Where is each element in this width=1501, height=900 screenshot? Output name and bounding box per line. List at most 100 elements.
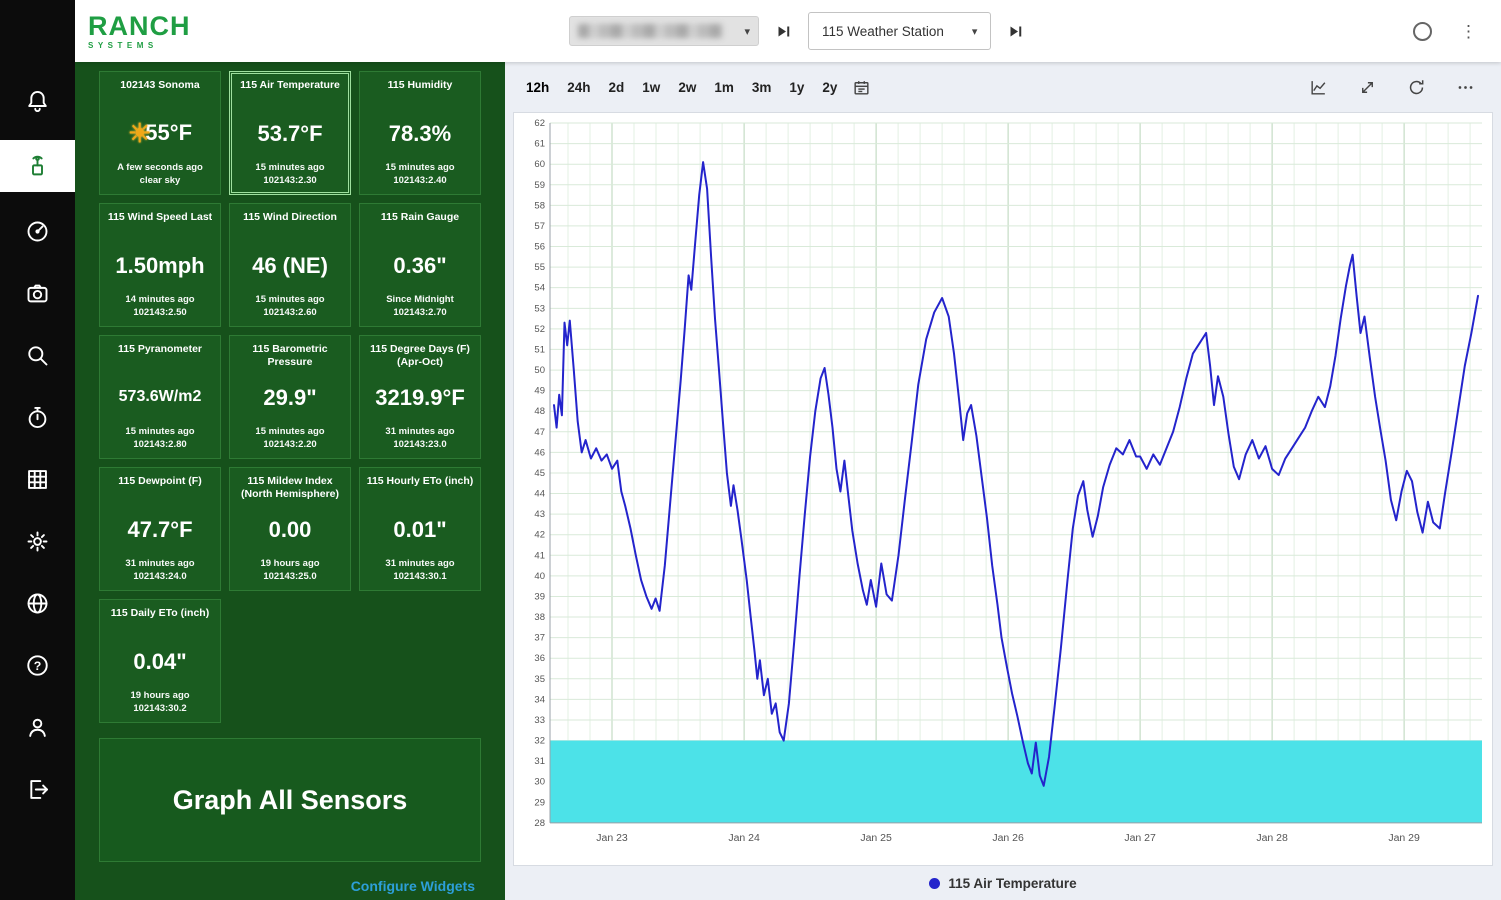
range-button-1y[interactable]: 1y	[780, 76, 813, 99]
fullscreen-expand-icon[interactable]	[1358, 78, 1377, 97]
graph-all-sensors-button[interactable]: Graph All Sensors	[99, 738, 481, 862]
range-button-24h[interactable]: 24h	[558, 76, 599, 99]
tile-timestamp: Since Midnight	[386, 294, 454, 306]
svg-text:29: 29	[534, 797, 545, 808]
sensor-tile[interactable]: 115 Dewpoint (F) 47.7°F 31 minutes ago 1021…	[99, 467, 221, 591]
tile-sensor-id: clear sky	[139, 175, 181, 187]
range-button-2d[interactable]: 2d	[600, 76, 634, 99]
configure-widgets-link[interactable]: Configure Widgets	[75, 878, 475, 894]
tile-sensor-id: 102143:30.2	[133, 703, 187, 715]
chart-toolbar-actions	[1309, 78, 1475, 97]
tile-value: 29.9"	[263, 384, 317, 410]
right-column: RANCH SYSTEMS ▾ 115 Weather Station ▾ ⋮	[75, 0, 1501, 900]
chart-type-icon[interactable]	[1309, 78, 1328, 97]
tile-timestamp: 14 minutes ago	[125, 294, 195, 306]
tile-timestamp: 19 hours ago	[130, 690, 190, 702]
svg-text:56: 56	[534, 242, 545, 253]
sidebar-item-dashboard[interactable]	[0, 208, 75, 254]
dashboard-icon	[24, 218, 51, 245]
topbar: RANCH SYSTEMS ▾ 115 Weather Station ▾ ⋮	[75, 0, 1501, 62]
temperature-chart[interactable]: 28 29 30 31 32 33 34 35 36 37 38 39 40 41 42 43 44 45 46 47…	[513, 112, 1493, 866]
tile-sensor-id: 102143:23.0	[393, 439, 447, 451]
sidebar-item-help[interactable]: ?	[0, 642, 75, 688]
svg-text:Jan 27: Jan 27	[1124, 832, 1156, 844]
calendar-icon[interactable]	[852, 78, 871, 97]
tile-value: 53.7°F	[257, 120, 323, 146]
range-button-3m[interactable]: 3m	[743, 76, 781, 99]
tile-title: 115 Barometric Pressure	[252, 343, 328, 368]
tile-title: 115 Daily ETo (inch)	[110, 607, 210, 619]
app-root: ? RANCH SYSTEMS ▾ 115 Weather Station ▾	[0, 0, 1501, 900]
station-selector-dropdown[interactable]: 115 Weather Station ▾	[808, 12, 992, 50]
svg-text:32: 32	[534, 736, 545, 747]
sidebar-item-cameras[interactable]	[0, 270, 75, 316]
tile-value: ☀55°F	[127, 117, 193, 148]
tile-timestamp: 15 minutes ago	[125, 426, 195, 438]
sidebar-item-web[interactable]	[0, 580, 75, 626]
tile-value: 0.04"	[133, 648, 187, 674]
tile-title: 115 Rain Gauge	[380, 211, 460, 223]
svg-text:52: 52	[534, 324, 545, 335]
tile-sensor-id: 102143:24.0	[133, 571, 187, 583]
sensor-tile[interactable]: 115 Wind Speed Last 1.50mph 14 minutes ago…	[99, 203, 221, 327]
tile-value: 46 (NE)	[252, 252, 328, 278]
more-options-icon[interactable]	[1456, 78, 1475, 97]
tile-value: 47.7°F	[127, 516, 193, 542]
sidebar-item-sensors[interactable]	[0, 140, 75, 192]
sidebar-item-schedules[interactable]	[0, 394, 75, 440]
svg-text:38: 38	[534, 612, 545, 623]
chart-legend: 115 Air Temperature	[505, 866, 1501, 900]
sidebar-item-logout[interactable]	[0, 766, 75, 812]
sensor-tile[interactable]: 115 Air Temperature 53.7°F 15 minutes ago 1…	[229, 71, 351, 195]
skip-forward-icon[interactable]	[1008, 24, 1023, 39]
tile-sensor-id: 102143:2.80	[133, 439, 187, 451]
search-icon	[24, 342, 51, 369]
widgets-panel: 102143 Sonoma ☀55°F A few seconds ago clear…	[75, 62, 505, 900]
org-selector-dropdown[interactable]: ▾	[569, 16, 759, 46]
sensor-tiles-grid: 102143 Sonoma ☀55°F A few seconds ago clear…	[75, 71, 505, 723]
range-button-2y[interactable]: 2y	[813, 76, 846, 99]
sensor-tile[interactable]: 115 Wind Direction 46 (NE) 15 minutes ago 1…	[229, 203, 351, 327]
globe-icon	[24, 590, 51, 617]
tile-title: 115 Wind Direction	[243, 211, 337, 223]
skip-forward-icon[interactable]	[776, 24, 791, 39]
tile-timestamp: 15 minutes ago	[255, 162, 325, 174]
sensor-tile[interactable]: 115 Hourly ETo (inch) 0.01" 31 minutes ago…	[359, 467, 481, 591]
sensor-tile[interactable]: 102143 Sonoma ☀55°F A few seconds ago clear…	[99, 71, 221, 195]
svg-text:31: 31	[534, 756, 545, 767]
sensor-tile[interactable]: 115 Mildew Index (North Hemisphere) 0.00 1…	[229, 467, 351, 591]
range-button-2w[interactable]: 2w	[669, 76, 705, 99]
tile-value: 573.6W/m2	[118, 387, 202, 405]
refresh-icon[interactable]	[1407, 78, 1426, 97]
range-button-1w[interactable]: 1w	[633, 76, 669, 99]
tile-value: 1.50mph	[115, 252, 205, 278]
svg-text:46: 46	[534, 447, 545, 458]
sidebar-item-search[interactable]	[0, 332, 75, 378]
svg-text:Jan 28: Jan 28	[1256, 832, 1288, 844]
more-menu-icon[interactable]: ⋮	[1460, 23, 1477, 40]
sensor-tile[interactable]: 115 Rain Gauge 0.36" Since Midnight 102143:…	[359, 203, 481, 327]
tile-value: 0.36"	[393, 252, 447, 278]
tile-value: 0.01"	[393, 516, 447, 542]
sidebar-item-account[interactable]	[0, 704, 75, 750]
tile-title: 115 Wind Speed Last	[107, 211, 213, 223]
sensor-tile[interactable]: 115 Humidity 78.3% 15 minutes ago 102143:2.…	[359, 71, 481, 195]
tile-value: 0.00	[268, 516, 312, 542]
sidebar-item-reports[interactable]	[0, 456, 75, 502]
sidebar-item-settings[interactable]	[0, 518, 75, 564]
sensor-tile[interactable]: 115 Pyranometer 573.6W/m2 15 minutes ago 10…	[99, 335, 221, 459]
tile-sensor-id: 102143:2.60	[263, 307, 317, 319]
sensor-tile[interactable]: 115 Barometric Pressure 29.9" 15 minutes a…	[229, 335, 351, 459]
tile-sensor-id: 102143:2.70	[393, 307, 447, 319]
refresh-status-icon[interactable]	[1413, 21, 1432, 41]
sensor-tile[interactable]: 115 Daily ETo (inch) 0.04" 19 hours ago 102…	[99, 599, 221, 723]
sidebar-item-notifications[interactable]	[0, 78, 75, 124]
sensor-tile[interactable]: 115 Degree Days (F)(Apr-Oct) 3219.9°F 31 m…	[359, 335, 481, 459]
range-button-12h[interactable]: 12h	[517, 76, 558, 99]
range-button-1m[interactable]: 1m	[705, 76, 743, 99]
svg-text:61: 61	[534, 139, 545, 150]
tile-title: 102143 Sonoma	[120, 79, 200, 91]
svg-text:33: 33	[534, 715, 545, 726]
svg-text:40: 40	[534, 571, 545, 582]
tile-sensor-id: 102143:25.0	[263, 571, 317, 583]
